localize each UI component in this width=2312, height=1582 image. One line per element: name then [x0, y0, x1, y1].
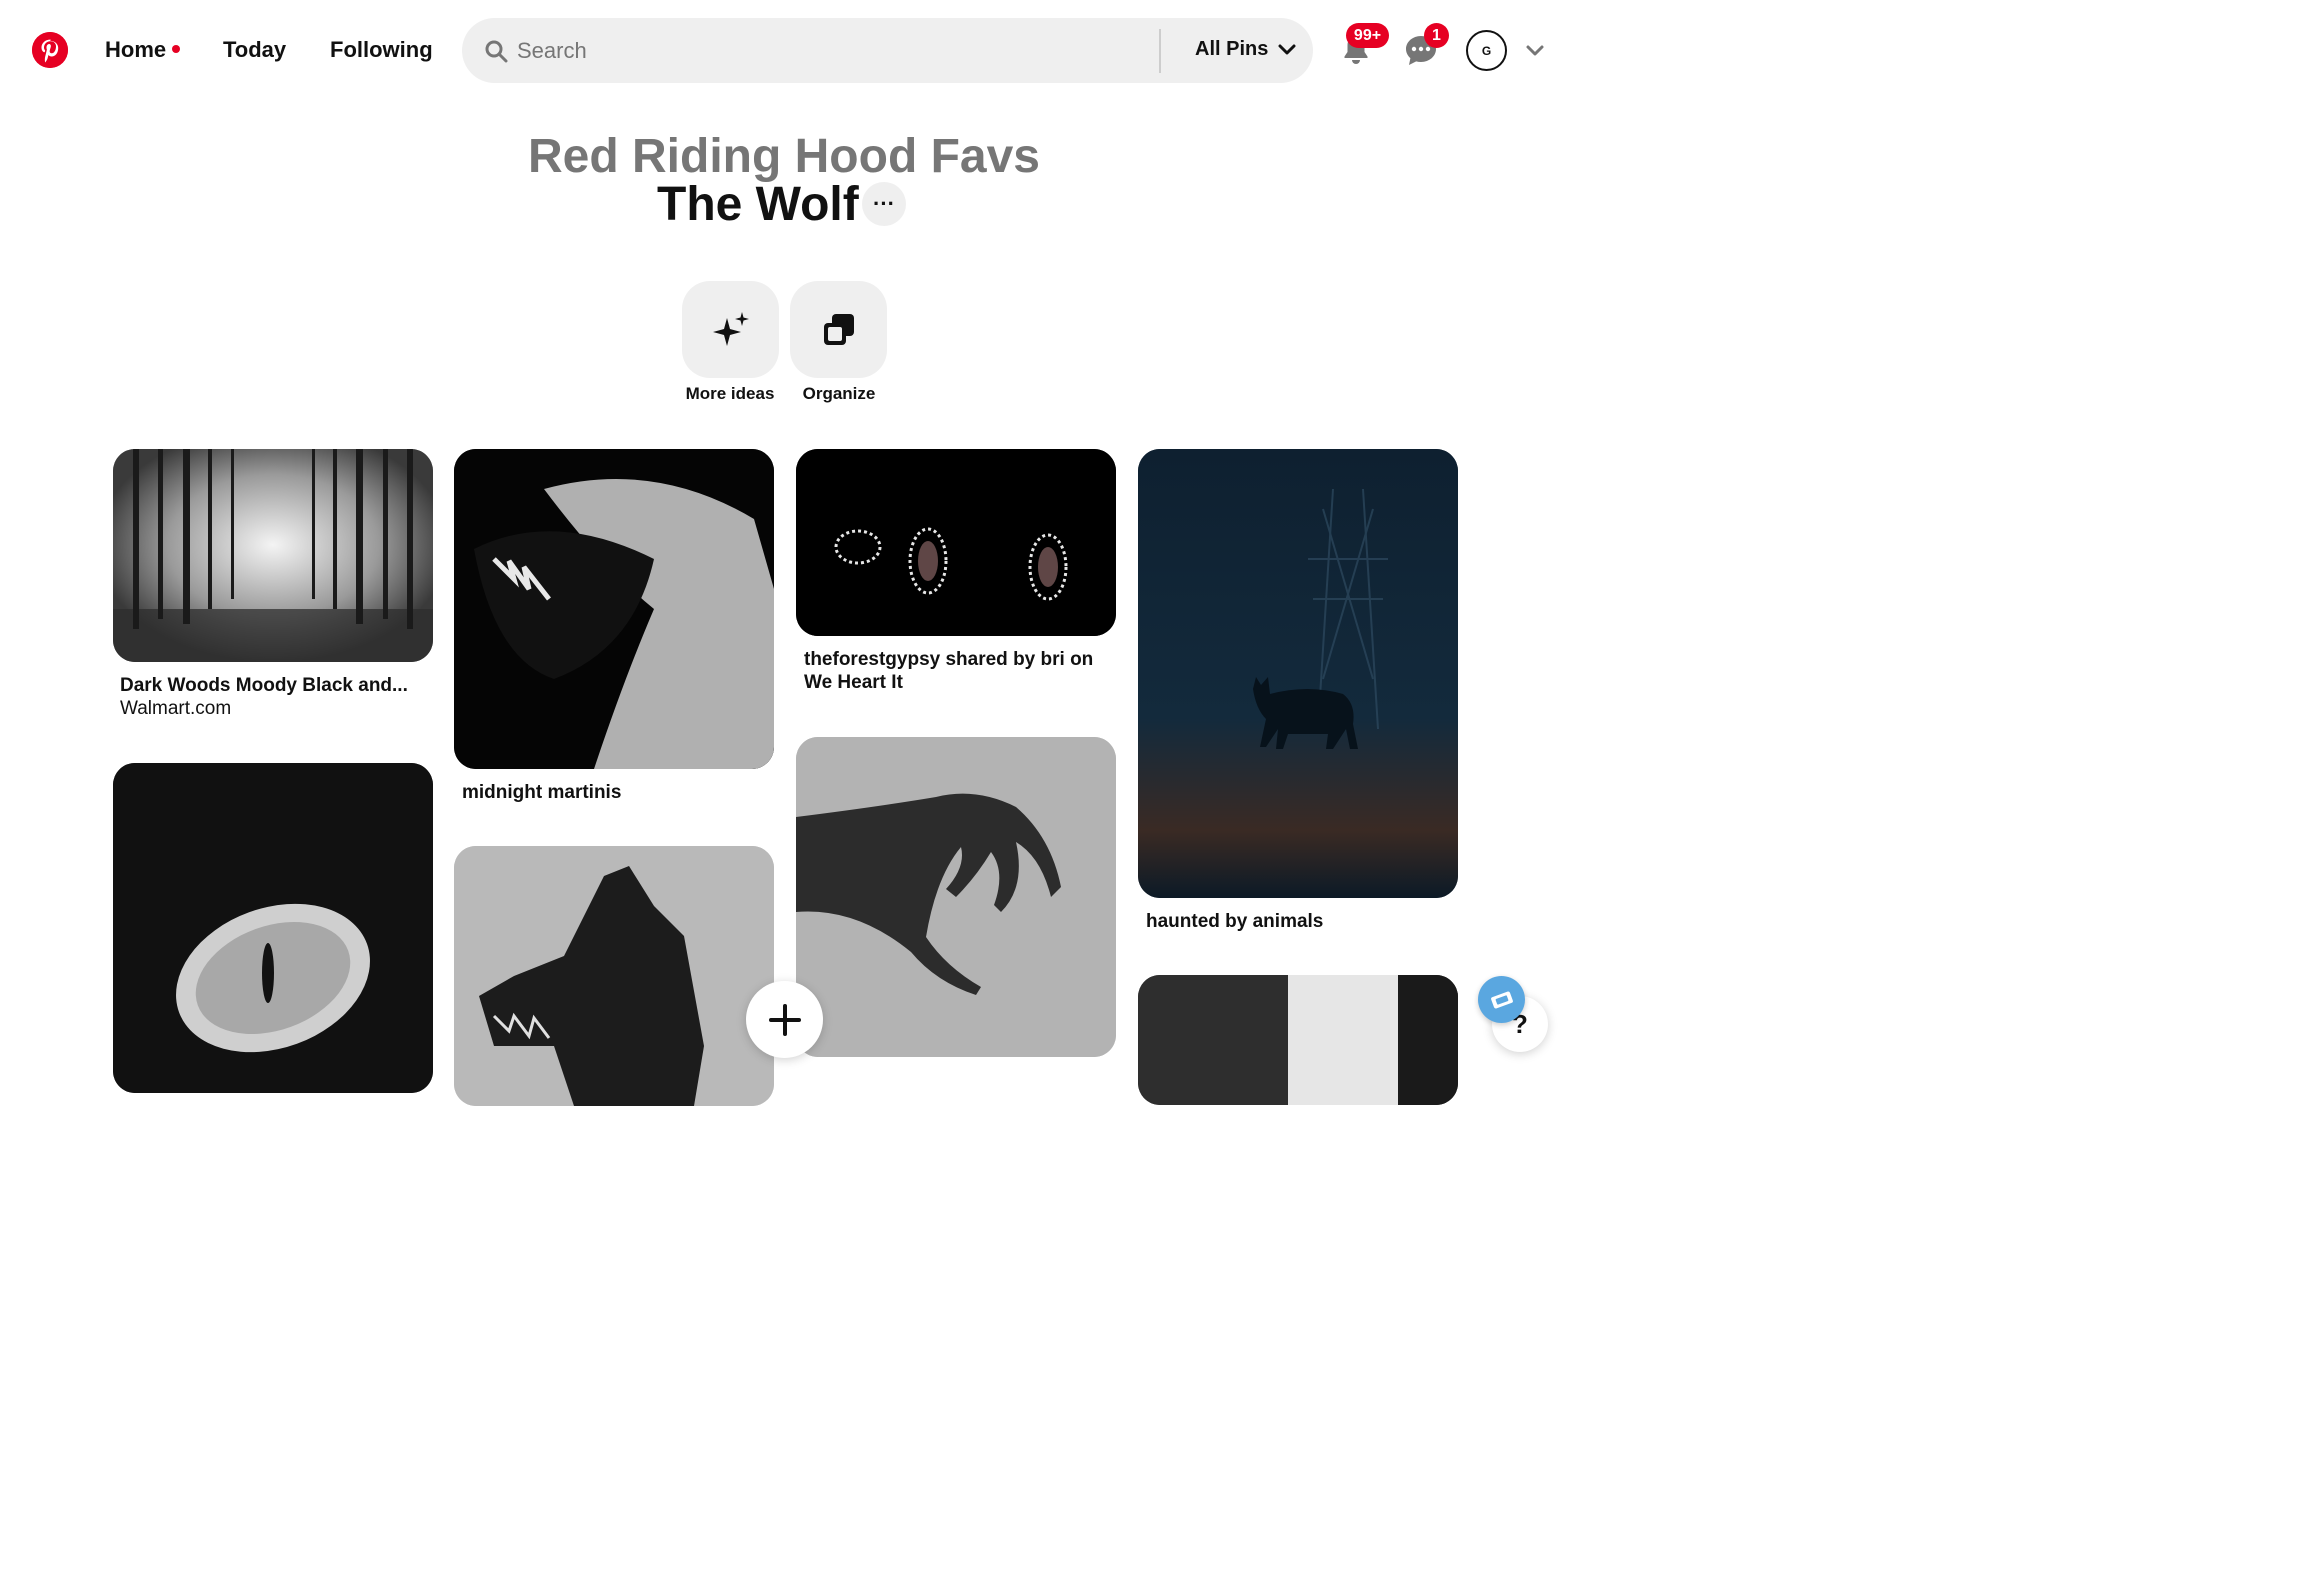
search-bar[interactable]: All Pins: [462, 18, 1313, 83]
pin-image-dark-doorway[interactable]: [1138, 975, 1458, 1105]
pin-source[interactable]: Walmart.com: [120, 697, 231, 720]
pin-image-sketch-wolf[interactable]: [454, 846, 774, 1106]
pin-image-snarling-wolf[interactable]: [454, 449, 774, 769]
avatar[interactable]: G: [1466, 30, 1507, 71]
pin-title[interactable]: Dark Woods Moody Black and...: [120, 674, 408, 697]
organize-icon: [823, 313, 854, 345]
pin-image-wolf-eye[interactable]: [113, 763, 433, 1093]
pin-title[interactable]: theforestgypsy shared by bri on: [804, 648, 1093, 671]
organize-button[interactable]: [790, 281, 887, 378]
pin-image-wolf-in-fog[interactable]: [1138, 449, 1458, 898]
nav-home[interactable]: Home: [105, 36, 181, 64]
updates-ticket-button[interactable]: [1478, 976, 1525, 1023]
account-chevron-down-icon[interactable]: [1524, 40, 1546, 62]
search-filter-dropdown[interactable]: All Pins: [1195, 38, 1296, 61]
avatar-initial: G: [1481, 43, 1492, 58]
more-dots-icon: ···: [873, 191, 895, 216]
search-divider: [1159, 29, 1161, 73]
pin-title[interactable]: midnight martinis: [462, 781, 621, 804]
pin-image-dark-woods[interactable]: [113, 449, 433, 662]
more-ideas-button[interactable]: [682, 281, 779, 378]
organize-label: Organize: [802, 384, 876, 403]
chevron-down-icon: [1278, 44, 1296, 54]
search-input[interactable]: [517, 31, 1137, 71]
plus-icon: [768, 1003, 801, 1036]
pin-image-wolf-pack[interactable]: [796, 449, 1116, 636]
messages-badge: 1: [1424, 23, 1449, 48]
board-more-options-button[interactable]: ···: [862, 182, 906, 226]
add-pin-button[interactable]: [746, 981, 823, 1058]
nav-today[interactable]: Today: [223, 36, 286, 64]
top-header: Home Today Following All Pins 99+ 1 G: [0, 0, 1560, 100]
search-icon: [485, 40, 508, 63]
new-content-dot-icon: [172, 45, 181, 54]
ticket-icon: [1490, 991, 1513, 1008]
notifications-badge: 99+: [1346, 23, 1389, 48]
nav-home-label: Home: [105, 37, 167, 62]
nav-following[interactable]: Following: [330, 36, 433, 64]
sparkle-icon: [712, 311, 749, 346]
search-filter-label: All Pins: [1195, 38, 1269, 60]
pin-image-claw-hand[interactable]: [796, 737, 1116, 1057]
pinterest-logo-icon[interactable]: [32, 32, 68, 68]
pin-title-line2[interactable]: We Heart It: [804, 671, 903, 694]
pin-title[interactable]: haunted by animals: [1146, 910, 1323, 933]
board-title: The Wolf: [657, 178, 859, 231]
